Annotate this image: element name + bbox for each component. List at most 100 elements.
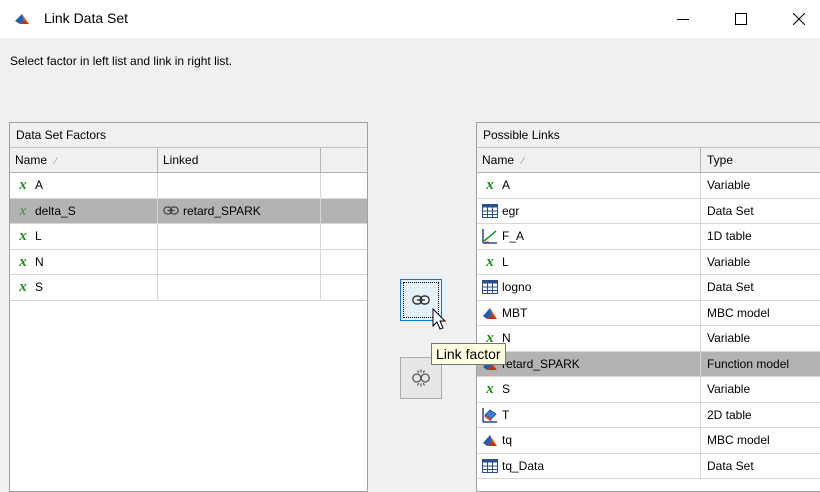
matlab-app-icon [15, 14, 29, 24]
link-name-cell: tq [477, 428, 701, 453]
variable-icon: x [486, 381, 494, 398]
factor-name-cell-text: delta_S [35, 203, 76, 218]
data-set-factors-title: Data Set Factors [10, 123, 367, 148]
variable-icon: x [19, 279, 27, 296]
possible-links-title: Possible Links [477, 123, 820, 148]
factor-name-cell: xS [10, 275, 158, 300]
link-row[interactable]: tq_Data Data Set [477, 453, 820, 479]
link-name-cell-text: retard_SPARK [502, 356, 580, 371]
link-name-cell-text: L [502, 254, 509, 269]
factor-empty-cell [321, 173, 367, 198]
link-name-cell: T [477, 402, 701, 427]
possible-links-panel: Possible Links Name ⁄ Type x A Variable egr D… [476, 122, 820, 492]
window-title: Link Data Set [44, 10, 129, 26]
link-name-cell-text: F_A [502, 229, 525, 244]
factor-empty-cell [321, 199, 367, 224]
factor-row[interactable]: xN [10, 249, 367, 275]
variable-icon: x [19, 228, 27, 245]
maximize-icon [735, 13, 747, 25]
right-name-column-header[interactable]: Name ⁄ [477, 148, 701, 172]
link-name-cell: tq_Data [477, 453, 701, 478]
model-icon [482, 305, 498, 321]
factor-name-cell-text: A [35, 178, 44, 193]
factor-empty-cell [321, 250, 367, 275]
link-name-cell-text: T [502, 407, 510, 422]
link-type-cell-text: 2D table [707, 407, 752, 422]
link-row[interactable]: F_A 1D table [477, 224, 820, 250]
right-column-headers: Name ⁄ Type [477, 148, 820, 173]
maximize-button[interactable] [718, 0, 764, 38]
link-type-cell: Variable [701, 250, 820, 275]
link-name-cell-text: egr [502, 203, 520, 218]
factor-empty-cell [321, 224, 367, 249]
1d-table-icon [482, 228, 498, 244]
linked-header-label: Linked [163, 153, 199, 167]
link-type-cell: Variable [701, 173, 820, 198]
link-name-cell-text: tq_Data [502, 458, 545, 473]
factor-row[interactable]: x delta_S retard_SPARK [10, 198, 367, 224]
link-row[interactable]: egr Data Set [477, 198, 820, 224]
type-header-label: Type [707, 153, 734, 167]
link-type-cell-text: Data Set [707, 280, 754, 295]
table-icon [482, 203, 498, 219]
link-name-cell-text: MBT [502, 305, 528, 320]
factors-list: x Ax delta_S retard_SPARK x Lx Nx S [10, 173, 367, 301]
type-column-header[interactable]: Type [701, 148, 820, 172]
link-name-cell-text: tq [502, 433, 513, 448]
link-row[interactable]: x L Variable [477, 249, 820, 275]
link-name-cell: xN [477, 326, 701, 351]
factor-name-cell-text: S [35, 280, 44, 295]
link-name-cell: MBT [477, 300, 701, 325]
factor-row[interactable]: xS [10, 275, 367, 301]
factor-name-cell: xA [10, 173, 158, 198]
sort-indicator-icon: ⁄ [522, 156, 524, 167]
link-row[interactable]: x N Variable [477, 326, 820, 352]
factor-row[interactable]: xL [10, 224, 367, 250]
factor-name-cell-text: L [35, 229, 42, 244]
variable-icon: x [19, 202, 27, 219]
table-icon [482, 458, 498, 474]
link-name-cell: xA [477, 173, 701, 198]
name-header-label: Name [482, 153, 515, 167]
left-name-column-header[interactable]: Name ⁄ [10, 148, 158, 172]
link-row[interactable]: T 2D table [477, 402, 820, 428]
link-row[interactable]: retard_SPARK Function model [477, 351, 820, 377]
link-type-cell: MBC model [701, 428, 820, 453]
link-row[interactable]: x A Variable [477, 173, 820, 199]
factor-row[interactable]: xA [10, 173, 367, 199]
link-row[interactable]: tq MBC model [477, 428, 820, 454]
link-type-cell: 2D table [701, 403, 820, 428]
linked-column-header[interactable]: Linked [158, 148, 321, 172]
minimize-button[interactable] [660, 0, 706, 38]
link-type-cell: Data Set [701, 199, 820, 224]
variable-icon: x [486, 253, 494, 270]
data-set-factors-panel: Data Set Factors Name ⁄ Linked x Ax delta_S… [9, 122, 368, 492]
link-factor-tooltip: Link factor [431, 343, 506, 365]
variable-icon: x [486, 177, 494, 194]
link-type-cell: MBC model [701, 301, 820, 326]
left-column-headers: Name ⁄ Linked [10, 148, 367, 173]
instruction-text: Select factor in left list and link in r… [10, 54, 233, 68]
links-list: x A Variable egr Data Set F_A 1D table x L Variab… [477, 173, 820, 479]
table-icon [482, 279, 498, 295]
link-icon [163, 203, 179, 219]
link-type-cell-text: MBC model [707, 305, 770, 320]
link-row[interactable]: logno Data Set [477, 275, 820, 301]
link-type-cell: Function model [701, 352, 820, 377]
link-type-cell-text: Variable [707, 178, 751, 193]
link-name-cell: F_A [477, 224, 701, 249]
factor-linked-cell [158, 249, 321, 274]
link-name-cell: logno [477, 275, 701, 300]
link-type-cell-text: Variable [707, 254, 751, 269]
link-name-cell: xL [477, 249, 701, 274]
name-header-label: Name [15, 153, 48, 167]
link-row[interactable]: x S Variable [477, 377, 820, 403]
minimize-icon [677, 19, 689, 20]
close-button[interactable] [776, 0, 820, 38]
link-row[interactable]: MBT MBC model [477, 300, 820, 326]
link-name-cell-text: A [502, 178, 511, 193]
link-name-cell-text: logno [502, 280, 532, 295]
factor-name-cell: x delta_S [10, 198, 158, 223]
link-name-cell-text: S [502, 382, 511, 397]
link-type-cell-text: MBC model [707, 433, 770, 448]
